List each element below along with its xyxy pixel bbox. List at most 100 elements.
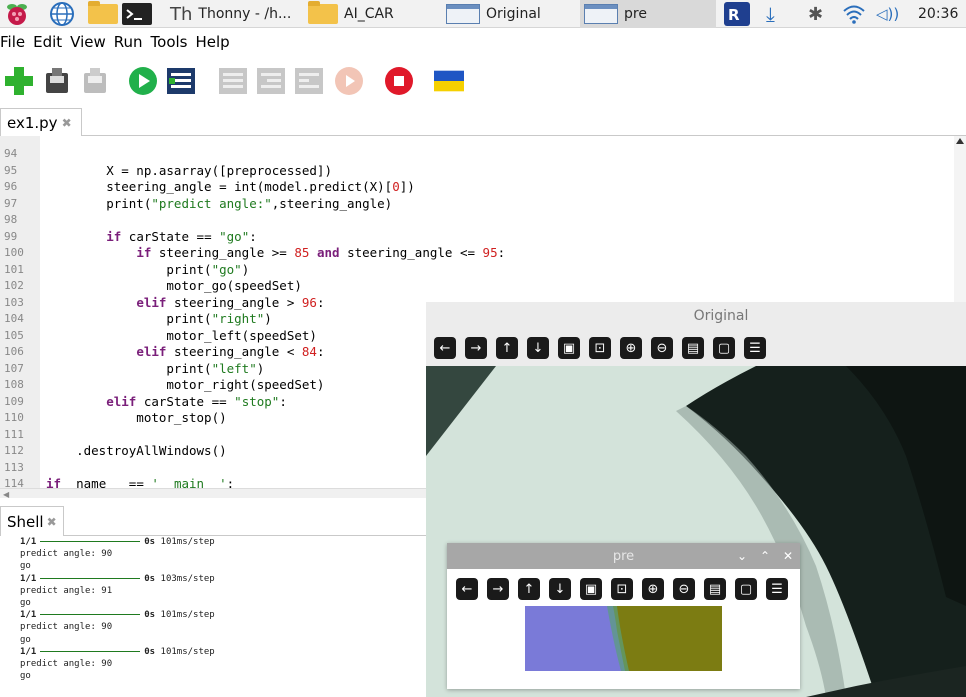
scroll-left-icon[interactable]: ◀	[3, 490, 9, 499]
vnc-icon[interactable]: R	[724, 0, 750, 28]
scroll-up-icon[interactable]	[956, 138, 964, 144]
line-number: 96	[4, 180, 18, 193]
run-icon[interactable]	[128, 66, 158, 96]
properties-icon[interactable]: ☰	[766, 578, 788, 600]
properties-icon[interactable]: ☰	[744, 337, 766, 359]
step-time: 0s	[144, 610, 156, 621]
code-text: print("predict angle:",steering_angle)	[46, 195, 393, 211]
zoom-region-icon[interactable]: ⊡	[589, 337, 611, 359]
minimize-icon[interactable]: ⌄	[737, 543, 747, 569]
zoom-region-icon[interactable]: ⊡	[611, 578, 633, 600]
flag-icon[interactable]	[434, 66, 464, 96]
line-number: 98	[4, 213, 18, 226]
original-window-title[interactable]: Original	[426, 302, 966, 330]
step-rate: 101ms/step	[160, 646, 215, 657]
code-text: motor_right(speedSet)	[46, 377, 325, 392]
taskbar-ai-car[interactable]: AI_CAR	[304, 0, 442, 28]
arrow-left-icon[interactable]: ←	[434, 337, 456, 359]
line-number: 95	[4, 163, 18, 177]
editor-tab-bar: ex1.py ✖	[0, 106, 966, 137]
taskbar-original[interactable]: Original	[442, 0, 578, 28]
line-number: 113	[4, 460, 24, 474]
step-count: 1/1	[20, 537, 37, 547]
arrow-left-icon[interactable]: ←	[456, 578, 478, 600]
maximize-icon[interactable]: ⌃	[760, 543, 770, 569]
taskbar-ai-car-label: AI_CAR	[344, 6, 394, 22]
toolbar	[0, 60, 966, 104]
step-into-icon[interactable]	[256, 66, 286, 96]
zoom-out-icon[interactable]: ⊖	[673, 578, 695, 600]
resume-icon[interactable]	[334, 66, 364, 96]
zoom-out-icon[interactable]: ⊖	[651, 337, 673, 359]
raspberry-menu-icon[interactable]	[4, 0, 30, 28]
step-over-icon[interactable]	[218, 66, 248, 96]
zoom-fit-icon[interactable]: ▣	[580, 578, 602, 600]
line-number: 97	[4, 196, 18, 210]
menu-view[interactable]: View	[70, 33, 106, 51]
menu-help[interactable]: Help	[196, 33, 230, 51]
line-number: 110	[4, 411, 24, 424]
arrow-right-icon[interactable]: →	[487, 578, 509, 600]
line-number: 101	[4, 262, 24, 276]
shell-text-line: predict angle: 90	[20, 549, 113, 560]
save-image-icon[interactable]: ▤	[682, 337, 704, 359]
stop-icon[interactable]	[384, 66, 414, 96]
terminal-icon[interactable]	[122, 0, 152, 28]
bluetooth-icon[interactable]: ✱	[808, 0, 823, 28]
arrow-up-icon[interactable]: ↑	[496, 337, 518, 359]
tab-label: Shell	[7, 513, 44, 531]
file-manager-icon[interactable]	[88, 0, 118, 28]
open-file-icon[interactable]	[42, 66, 72, 96]
save-image-icon[interactable]: ▤	[704, 578, 726, 600]
taskbar-thonny-label: Thonny - /h...	[198, 6, 292, 22]
close-icon[interactable]: ✕	[783, 543, 793, 569]
menu-edit[interactable]: Edit	[33, 33, 62, 51]
save-icon[interactable]	[80, 66, 110, 96]
wifi-icon[interactable]	[842, 0, 866, 28]
pre-window[interactable]: pre ⌄ ⌃ ✕ ← → ↑ ↓ ▣ ⊡ ⊕ ⊖ ▤ ▢ ☰	[447, 543, 800, 689]
code-text: elif steering_angle > 96:	[136, 294, 325, 310]
taskbar-thonny[interactable]: Th Thonny - /h...	[166, 0, 302, 28]
step-rate: 101ms/step	[160, 537, 215, 547]
close-icon[interactable]: ✖	[62, 116, 72, 130]
shell-progress-line: 1/1 0s 101ms/step	[20, 646, 215, 658]
code-text: print("left")	[46, 360, 265, 376]
code-text: .destroyAllWindows()	[46, 443, 227, 458]
copy-icon[interactable]: ▢	[735, 578, 757, 600]
taskbar-pre[interactable]: pre	[580, 0, 716, 28]
zoom-in-icon[interactable]: ⊕	[642, 578, 664, 600]
arrow-down-icon[interactable]: ↓	[527, 337, 549, 359]
shell-text-line: go	[20, 561, 31, 572]
folder-icon	[308, 1, 338, 24]
shell-text-line: go	[20, 598, 31, 608]
tab-ex1-py[interactable]: ex1.py ✖	[0, 108, 82, 137]
step-time: 0s	[144, 537, 156, 547]
debug-icon[interactable]	[166, 66, 196, 96]
new-file-icon[interactable]	[4, 66, 34, 96]
step-rate: 101ms/step	[160, 610, 215, 621]
clock[interactable]: 20:36	[918, 0, 958, 28]
close-icon[interactable]: ✖	[47, 515, 57, 529]
volume-icon[interactable]: ◁))	[876, 0, 899, 28]
zoom-fit-icon[interactable]: ▣	[558, 337, 580, 359]
step-time: 0s	[144, 573, 156, 584]
code-line: 94	[0, 146, 930, 162]
step-count: 1/1	[20, 573, 37, 584]
copy-icon[interactable]: ▢	[713, 337, 735, 359]
download-icon[interactable]: ⤓	[766, 0, 775, 28]
line-number: 108	[4, 378, 24, 391]
browser-icon[interactable]	[48, 0, 76, 28]
menu-file[interactable]: File	[0, 33, 25, 51]
menu-run[interactable]: Run	[114, 33, 143, 51]
zoom-in-icon[interactable]: ⊕	[620, 337, 642, 359]
arrow-right-icon[interactable]: →	[465, 337, 487, 359]
shell-progress-line: 1/1 0s 101ms/step	[20, 536, 215, 548]
taskbar-original-label: Original	[486, 6, 541, 22]
arrow-up-icon[interactable]: ↑	[518, 578, 540, 600]
arrow-down-icon[interactable]: ↓	[549, 578, 571, 600]
tab-shell[interactable]: Shell ✖	[0, 506, 64, 537]
shell-output[interactable]: 1/1 0s 101ms/step predict angle: 90 go 1/1 0s…	[0, 536, 440, 697]
menu-tools[interactable]: Tools	[151, 33, 188, 51]
line-number: 109	[4, 394, 24, 408]
step-out-icon[interactable]	[294, 66, 324, 96]
